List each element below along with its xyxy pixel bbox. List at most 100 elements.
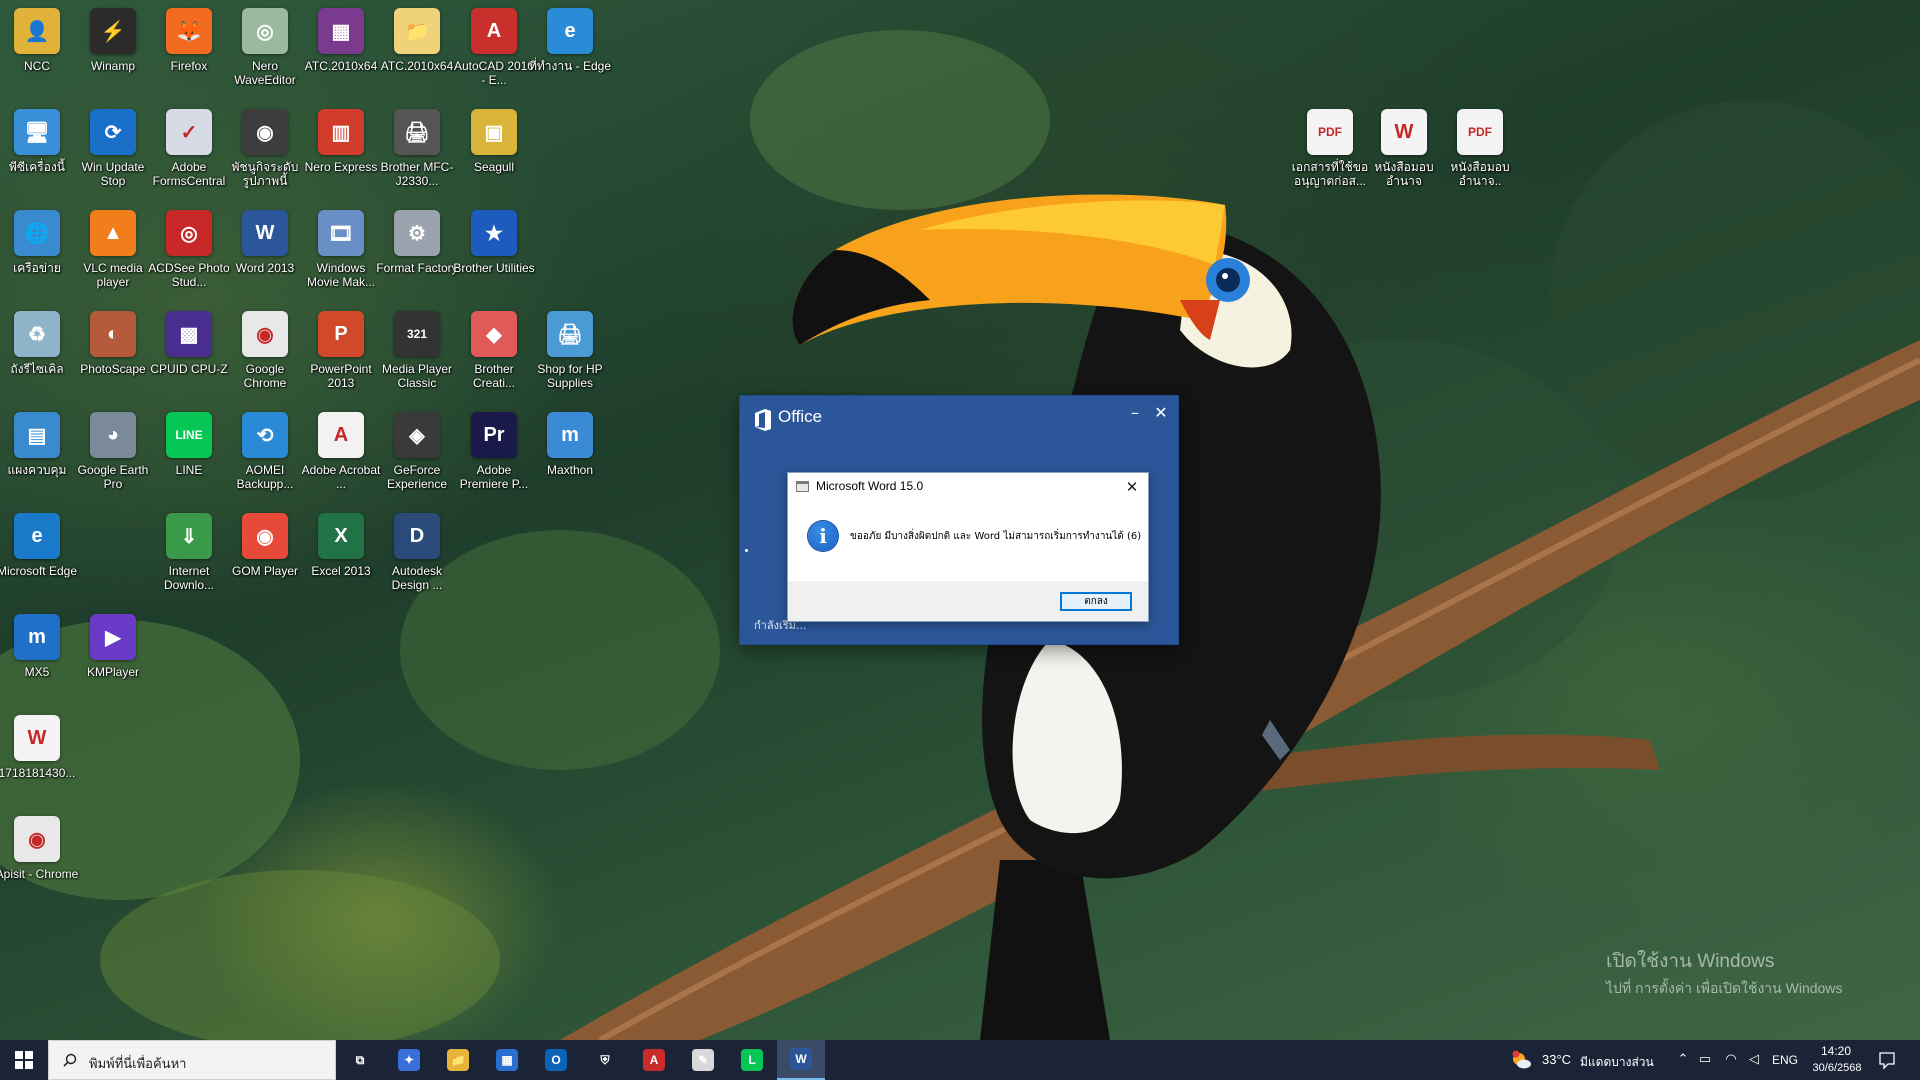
desktop-icon-image: ⇓ — [166, 513, 212, 559]
desktop-icon-image: m — [547, 412, 593, 458]
desktop-icon[interactable]: ◎ ACDSee Photo Stud... — [148, 210, 230, 289]
dialog-close-button[interactable]: ✕ — [1122, 477, 1142, 497]
desktop-icon-image: ▦ — [318, 8, 364, 54]
taskbar-app-task-view[interactable]: ⧉ — [336, 1040, 384, 1080]
desktop-icon-label: 1718181430... — [0, 766, 76, 780]
desktop-icon[interactable]: 🎞 Windows Movie Mak... — [304, 210, 378, 289]
dialog-titlebar[interactable]: Microsoft Word 15.0 ✕ — [788, 473, 1148, 501]
desktop-icon[interactable]: D Autodesk Design ... — [380, 513, 454, 592]
volume-icon[interactable]: ◁ — [1745, 1051, 1763, 1069]
clock-date[interactable]: 30/6/2568 — [1808, 1062, 1866, 1074]
taskbar-app-line[interactable]: L — [728, 1040, 776, 1080]
desktop-icon-label: Maxthon — [546, 463, 594, 477]
search-icon — [63, 1053, 77, 1067]
desktop-icon[interactable]: LINE LINE — [152, 412, 226, 477]
desktop-icon[interactable]: Pr Adobe Premiere P... — [457, 412, 531, 491]
taskbar-app-acrobat[interactable]: A — [630, 1040, 678, 1080]
desktop-icon[interactable]: ◎ Nero WaveEditor — [228, 8, 302, 87]
desktop-icon[interactable]: W Word 2013 — [228, 210, 302, 275]
acrobat-icon: A — [643, 1049, 665, 1071]
desktop-icon[interactable]: ◆ Brother Creati... — [457, 311, 531, 390]
desktop-icon[interactable]: W หนังสือมอบ อำนาจ — [1367, 109, 1441, 188]
desktop-icon[interactable]: PDF หนังสือมอบ อำนาจ.. — [1443, 109, 1517, 188]
ok-button[interactable]: ตกลง — [1060, 592, 1132, 611]
desktop-icon[interactable]: ▶ KMPlayer — [76, 614, 150, 679]
desktop-icon[interactable]: ▣ Seagull — [457, 109, 531, 174]
desktop-icon-label: Winamp — [90, 59, 135, 73]
desktop-icon[interactable]: 🌐 เครือข่าย — [0, 210, 74, 275]
desktop-icon[interactable]: ◐ PhotoScape — [76, 311, 150, 376]
desktop-icon[interactable]: ⇓ Internet Downlo... — [152, 513, 226, 592]
meet-now-icon[interactable]: ▭ — [1696, 1051, 1714, 1069]
desktop-icon[interactable]: ▥ Nero Express — [304, 109, 378, 174]
weather-condition[interactable]: มีแดดบางส่วน — [1580, 1053, 1654, 1072]
desktop-icon[interactable]: ◉ พัชนูกิจระดับ รูปภาพนี้ — [228, 109, 302, 188]
desktop-icon[interactable]: ◈ GeForce Experience — [380, 412, 454, 491]
desktop-icon[interactable]: A Adobe Acrobat ... — [302, 412, 380, 491]
start-button[interactable] — [0, 1040, 48, 1080]
taskbar-app-microsoft-store[interactable]: ▦ — [483, 1040, 531, 1080]
desktop-icon[interactable]: 🖥 พีซีเครื่องนี้ — [0, 109, 74, 174]
desktop-icon[interactable]: 👤 NCC — [0, 8, 74, 73]
desktop-icon[interactable]: ⟲ AOMEI Backupp... — [228, 412, 302, 491]
desktop-icon[interactable]: ⚡ Winamp — [76, 8, 150, 73]
desktop-icon[interactable]: W 1718181430... — [0, 715, 75, 780]
activate-title: เปิดใช้งาน Windows — [1606, 951, 1775, 972]
desktop-icon-label: AutoCAD 2010 - E... — [453, 59, 535, 87]
desktop-icon[interactable]: 🖨 Brother MFC-J2330... — [380, 109, 454, 188]
desktop-icon-image: A — [318, 412, 364, 458]
desktop-icon-label: Brother Utilities — [453, 261, 535, 275]
notification-center-icon[interactable] — [1872, 1050, 1902, 1070]
desktop-icon[interactable]: e ที่ทำงาน - Edge — [529, 8, 611, 73]
weather-temperature[interactable]: 33°C — [1542, 1052, 1571, 1067]
wifi-icon[interactable]: ◠ — [1722, 1051, 1740, 1069]
desktop-icon[interactable]: ◉ GOM Player — [228, 513, 302, 578]
desktop-icon[interactable]: X Excel 2013 — [304, 513, 378, 578]
desktop-icon-label: Word 2013 — [235, 261, 295, 275]
desktop-icon[interactable]: 🖨 Shop for HP Supplies — [533, 311, 607, 390]
desktop-icon-image: ▶ — [90, 614, 136, 660]
taskbar-search-box[interactable]: พิมพ์ที่นี่เพื่อค้นหา — [48, 1040, 336, 1080]
desktop-icon[interactable]: ⚙ Format Factory — [376, 210, 458, 275]
desktop-icon[interactable]: ♻ ถังรีไซเคิล — [0, 311, 74, 376]
desktop-icon-image: ◉ — [242, 109, 288, 155]
desktop-icon[interactable]: ◉ Google Chrome — [228, 311, 302, 390]
office-minimize-button[interactable]: – — [1126, 405, 1144, 424]
clock-time[interactable]: 14:20 — [1816, 1044, 1856, 1058]
desktop-icon[interactable]: P PowerPoint 2013 — [304, 311, 378, 390]
desktop-icon[interactable]: 321 Media Player Classic — [380, 311, 454, 390]
taskbar-app-outlook[interactable]: O — [532, 1040, 580, 1080]
desktop-icon[interactable]: m MX5 — [0, 614, 74, 679]
desktop-icon[interactable]: ◉ Apisit - Chrome — [0, 816, 78, 881]
desktop-icon[interactable]: ▲ VLC media player — [76, 210, 150, 289]
desktop-icon[interactable]: ⟳ Win Update Stop — [76, 109, 150, 188]
chevron-up-icon[interactable]: ⌃ — [1674, 1051, 1692, 1069]
desktop-icon-image: D — [394, 513, 440, 559]
desktop-icon[interactable]: ▤ แผงควบคุม — [0, 412, 74, 477]
desktop-icon[interactable]: ◕ Google Earth Pro — [76, 412, 150, 491]
info-icon: i — [808, 521, 838, 551]
activate-subtitle: ไปที่ การตั้งค่า เพื่อเปิดใช้งาน Windows — [1606, 980, 1843, 996]
desktop-icon-label: หนังสือมอบ อำนาจ.. — [1450, 160, 1510, 188]
desktop-icon[interactable]: ▦ ATC.2010x64 — [304, 8, 378, 73]
desktop-icon[interactable]: m Maxthon — [533, 412, 607, 477]
desktop-icon[interactable]: PDF เอกสารที่ใช้ขอ อนุญาตก่อส... — [1292, 109, 1368, 188]
taskbar-app-security[interactable]: ⛨ — [581, 1040, 629, 1080]
desktop-icon[interactable]: e Microsoft Edge — [0, 513, 77, 578]
desktop-icon-label: หนังสือมอบ อำนาจ — [1374, 160, 1434, 188]
input-language[interactable]: ENG — [1772, 1053, 1798, 1067]
taskbar-app-file-explorer[interactable]: 📁 — [434, 1040, 482, 1080]
desktop-icon-image: 🖥 — [14, 109, 60, 155]
taskbar-app-word[interactable]: W — [777, 1040, 825, 1080]
desktop-icon[interactable]: 📁 ATC.2010x64 — [380, 8, 454, 73]
office-close-button[interactable]: ✕ — [1152, 404, 1170, 422]
desktop-icon[interactable]: ★ Brother Utilities — [453, 210, 535, 275]
desktop-icon[interactable]: A AutoCAD 2010 - E... — [454, 8, 534, 87]
desktop-icon[interactable]: ✓ Adobe FormsCentral — [152, 109, 226, 188]
desktop-icon[interactable]: 🦊 Firefox — [152, 8, 226, 73]
error-dialog[interactable]: Microsoft Word 15.0 ✕ i ขออภัย มีบางสิ่ง… — [787, 472, 1149, 622]
desktop-icon-label: Autodesk Design ... — [391, 564, 443, 592]
desktop-icon[interactable]: ▩ CPUID CPU-Z — [150, 311, 228, 376]
taskbar-app-copilot[interactable]: ✦ — [385, 1040, 433, 1080]
taskbar-app-document-viewer[interactable]: ✎ — [679, 1040, 727, 1080]
